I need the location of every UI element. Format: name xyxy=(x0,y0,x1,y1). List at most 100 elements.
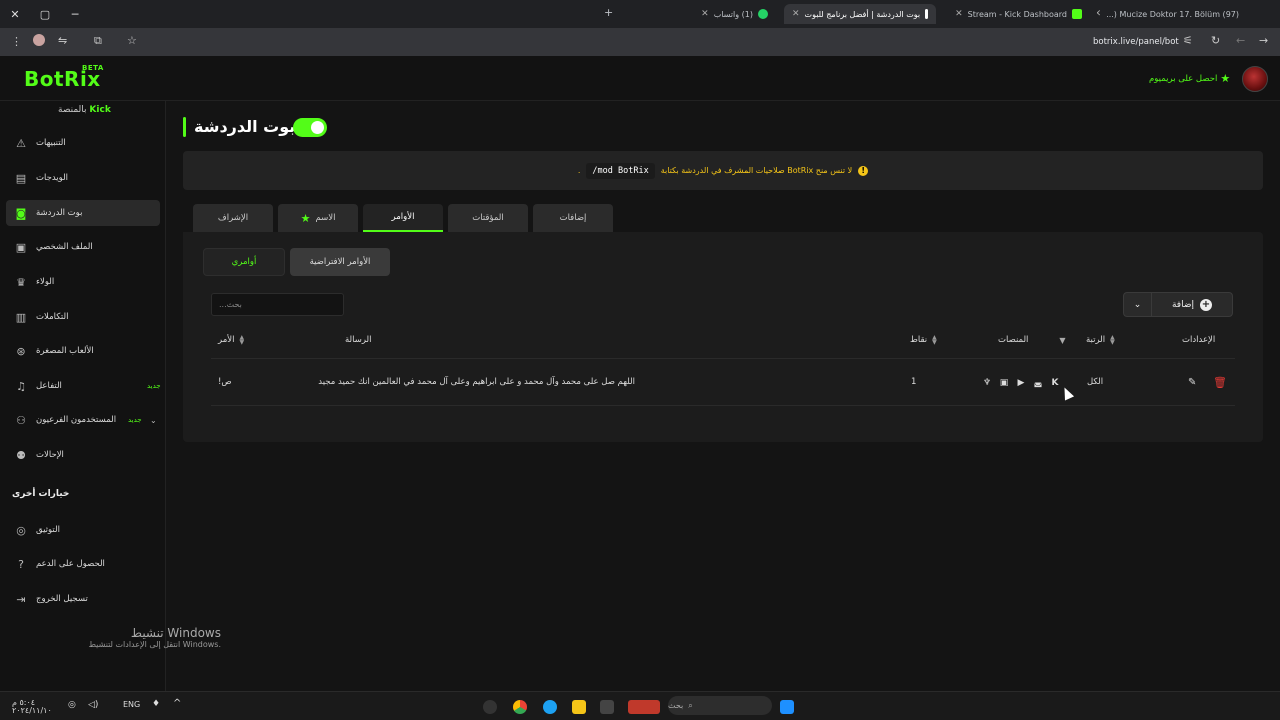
platform-indicator: Kick بالمنصة xyxy=(58,105,111,115)
sidebar-item-label: الألعاب المصغرة xyxy=(36,346,94,356)
extensions-icon[interactable]: ⇋ xyxy=(58,34,67,47)
clock[interactable]: ٥:٠٤ م ٢٠٢٤/١١/١٠ xyxy=(12,699,52,715)
sidebar-item-profile[interactable]: ▣ الملف الشخصي xyxy=(6,234,160,260)
tab-title: (1) واتساب xyxy=(713,9,753,19)
add-command-button[interactable]: ⌄ إضافة + xyxy=(1123,292,1233,317)
new-tab-icon[interactable]: + xyxy=(604,6,613,19)
tab-title: Stream - Kick Dashboard xyxy=(967,9,1067,19)
tab-label: إضافات xyxy=(559,213,587,223)
sidebar-item-support[interactable]: ? الحصول على الدعم xyxy=(6,551,160,577)
trovo-icon: ♆ xyxy=(982,378,992,388)
tab-timers[interactable]: المؤقتات xyxy=(448,204,528,232)
back-icon[interactable]: → xyxy=(1259,34,1268,47)
new-badge: جديد xyxy=(147,382,161,390)
chevron-down-icon[interactable]: ⌄ xyxy=(150,416,157,425)
search-input[interactable]: بحث... xyxy=(211,293,344,316)
integration-icon: ▥ xyxy=(15,310,27,324)
header-label: المنصات xyxy=(998,335,1029,345)
user-avatar[interactable] xyxy=(1242,66,1268,92)
menu-dots-icon[interactable]: ⋮ xyxy=(11,35,22,48)
trash-icon[interactable]: 🗑 xyxy=(1213,376,1227,389)
close-tab-icon[interactable]: ✕ xyxy=(955,9,963,19)
sidebar-item-minigames[interactable]: ⊛ الألعاب المصغرة xyxy=(6,338,160,364)
address-bar: ⋮ ⇋ ⧉ ☆ botrix.live/panel/bot ⚟ ↻ ← → xyxy=(0,28,1280,56)
chevron-up-icon[interactable]: ^ xyxy=(173,698,181,709)
edit-icon[interactable]: ✎ xyxy=(1188,377,1196,388)
tab-title: (97) Mucize Doktor 17. Bölüm (... xyxy=(1106,9,1239,19)
browser-tab[interactable]: (97) Mucize Doktor 17. Bölüm (... ✕ xyxy=(1097,4,1252,24)
subtab-default-commands[interactable]: الأوامر الافتراضية xyxy=(290,248,390,276)
sidebar-item-referrals[interactable]: ⚉ الإحالات xyxy=(6,442,160,468)
obs-icon[interactable] xyxy=(483,700,497,714)
maximize-window-icon[interactable]: ▢ xyxy=(30,8,60,21)
bookmark-star-icon[interactable]: ☆ xyxy=(127,34,137,47)
warning-icon: ⚠ xyxy=(16,136,26,150)
star-icon: ★ xyxy=(300,211,311,225)
botrix-logo[interactable]: BotRix BETA xyxy=(24,64,103,91)
help-icon: ? xyxy=(18,557,24,571)
sidebar-item-chatbot[interactable]: ◙ بوت الدردشة xyxy=(6,200,160,226)
sidebar-item-integrations[interactable]: ▥ التكاملات xyxy=(6,304,160,330)
site-settings-icon[interactable]: ⚟ xyxy=(1183,34,1193,47)
logout-icon: ⇥ xyxy=(16,592,26,606)
minimize-window-icon[interactable]: ─ xyxy=(60,8,90,21)
tab-moderation[interactable]: الإشراف xyxy=(193,204,273,232)
plus-icon: + xyxy=(1200,298,1212,311)
column-header-points[interactable]: نقاط ▲ ▼ xyxy=(910,335,937,346)
column-header-rank[interactable]: الرتبة ▲ ▼ xyxy=(1086,335,1115,346)
add-label: إضافة xyxy=(1171,299,1194,310)
subtab-my-commands[interactable]: أوامري xyxy=(203,248,285,276)
close-tab-icon[interactable]: ✕ xyxy=(701,9,709,19)
tab-name[interactable]: ★ الاسم xyxy=(278,204,358,232)
filter-icon[interactable]: ▼ xyxy=(1059,336,1065,345)
sidebar-item-label: الإحالات xyxy=(36,450,64,460)
page-title: بوت الدردشة xyxy=(194,117,296,136)
network-icon[interactable]: ◎ xyxy=(68,700,76,710)
botrix-favicon-icon xyxy=(925,9,928,19)
sidebar-item-alerts[interactable]: ⚠ التنبيهات xyxy=(6,130,160,156)
close-tab-icon[interactable]: ✕ xyxy=(1097,9,1101,19)
mod-command[interactable]: /mod BotRix xyxy=(586,162,655,179)
mod-notice: ! لا تنس منح BotRix صلاحيات المشرف في ال… xyxy=(183,151,1263,190)
notice-text: لا تنس منح BotRix صلاحيات المشرف في الدر… xyxy=(660,166,853,175)
browser-tab-active[interactable]: بوت الدردشة | أفضل برنامج للبوت ✕ xyxy=(784,4,936,24)
notepad-icon[interactable] xyxy=(600,700,614,714)
profile-icon[interactable] xyxy=(33,34,45,46)
watermark-title: تنشيط Windows xyxy=(130,626,221,640)
sidebar-item-loyalty[interactable]: ♛ الولاء xyxy=(6,269,160,295)
windows-start-icon[interactable] xyxy=(780,700,794,714)
search-highlight-icon[interactable] xyxy=(628,700,660,714)
forward-icon[interactable]: ← xyxy=(1236,34,1245,47)
close-tab-icon[interactable]: ✕ xyxy=(792,9,800,19)
sidebar-item-logout[interactable]: ⇥ تسجيل الخروج xyxy=(6,586,160,612)
edge-icon[interactable] xyxy=(543,700,557,714)
tab-commands[interactable]: الأوامر xyxy=(363,204,443,232)
header-label: الإعدادات xyxy=(1182,335,1216,345)
tab-addons[interactable]: إضافات xyxy=(533,204,613,232)
bot-enabled-toggle[interactable] xyxy=(293,118,327,137)
sidebar-item-widgets[interactable]: ▤ الويدجات xyxy=(6,165,160,191)
sidebar-item-subusers[interactable]: ⚇ المستخدمون الفرعيون جديد ⌄ xyxy=(6,407,160,433)
volume-icon[interactable]: ◁) xyxy=(88,700,98,710)
subtab-label: الأوامر الافتراضية xyxy=(309,257,371,267)
taskbar-search[interactable]: ⌕ بحث xyxy=(668,696,772,715)
browser-tab[interactable]: Stream - Kick Dashboard ✕ xyxy=(940,4,1090,24)
reload-icon[interactable]: ↻ xyxy=(1211,34,1220,47)
chevron-down-icon[interactable]: ⌄ xyxy=(1124,293,1152,316)
premium-link[interactable]: ★ احصل على بريميوم xyxy=(1149,72,1230,85)
divider xyxy=(211,358,1235,359)
header-label: الرسالة xyxy=(345,335,372,345)
microphone-icon[interactable]: ♦ xyxy=(152,699,160,709)
browser-tab[interactable]: (1) واتساب ✕ xyxy=(626,4,776,24)
profile-card-icon: ▣ xyxy=(15,240,27,254)
column-header-command[interactable]: الأمر ▲ ▼ xyxy=(218,335,244,346)
sidebar-item-interaction[interactable]: ♫ التفاعل جديد xyxy=(6,373,161,399)
sidebar-item-docs[interactable]: ◎ التوثيق xyxy=(6,517,160,543)
language-indicator[interactable]: ENG xyxy=(123,700,140,709)
close-window-icon[interactable]: ✕ xyxy=(0,8,30,21)
url-field[interactable]: botrix.live/panel/bot xyxy=(1093,37,1179,47)
file-explorer-icon[interactable] xyxy=(572,700,586,714)
install-icon[interactable]: ⧉ xyxy=(94,34,102,48)
windows-activation-watermark: تنشيط Windows انتقل إلى الإعدادات لتنشيط… xyxy=(64,626,221,649)
chrome-icon[interactable] xyxy=(513,700,527,714)
